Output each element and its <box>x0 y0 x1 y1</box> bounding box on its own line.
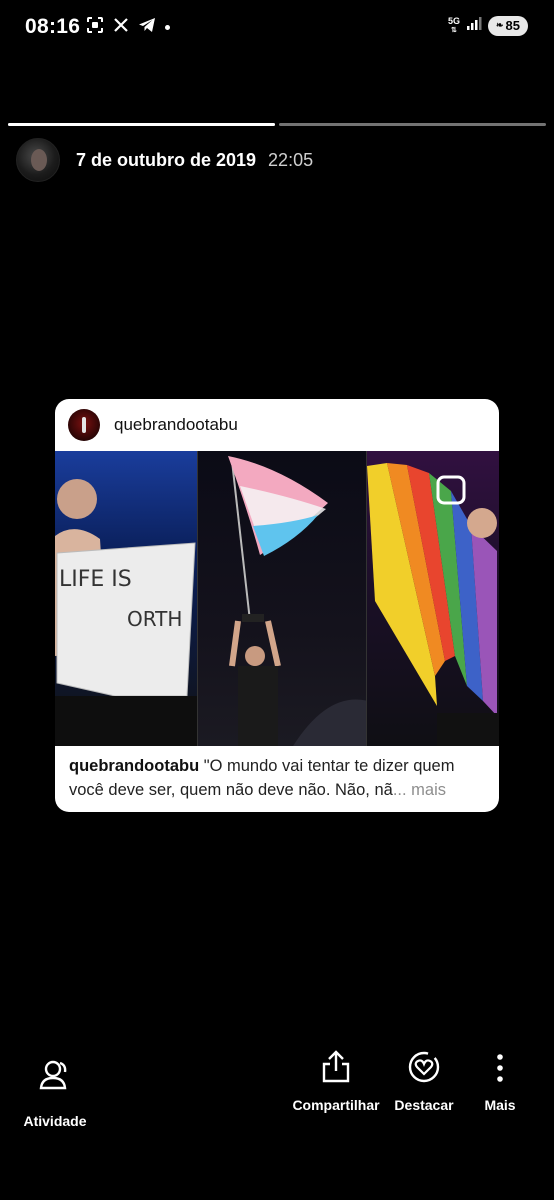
network-type-icon: 5G ⇅ <box>447 15 460 34</box>
status-notification-icons <box>86 16 170 39</box>
share-label: Compartilhar <box>292 1097 380 1113</box>
battery-indicator: ❧ 85 <box>488 15 528 36</box>
story-action-bar: Atividade Compartilhar Destacar Mais <box>0 1040 554 1200</box>
signal-icon <box>466 15 482 36</box>
post-image-panel-right <box>367 451 499 746</box>
status-system-icons: 5G ⇅ ❧ 85 <box>448 15 528 36</box>
activity-label: Atividade <box>23 1113 87 1129</box>
activity-button[interactable]: Atividade <box>22 1058 88 1130</box>
more-vertical-icon <box>495 1052 505 1084</box>
x-icon <box>113 17 129 38</box>
post-author-username[interactable]: quebrandootabu <box>114 415 238 435</box>
svg-text:ORTH: ORTH <box>127 607 182 631</box>
post-header[interactable]: quebrandootabu <box>55 399 499 451</box>
more-button[interactable]: Mais <box>476 1052 524 1114</box>
story-header: 7 de outubro de 2019 22:05 <box>16 138 313 182</box>
story-progress <box>8 123 546 126</box>
share-icon <box>321 1050 351 1084</box>
people-icon <box>38 1058 72 1092</box>
battery-level: 85 <box>505 18 520 33</box>
post-image-panel-left: LIFE IS ORTH <box>55 451 197 746</box>
story-date: 7 de outubro de 2019 <box>76 149 257 170</box>
status-bar: 08:16 5G ⇅ ❧ 85 <box>0 0 554 56</box>
highlight-button[interactable]: Destacar <box>390 1050 458 1114</box>
status-time: 08:16 <box>25 15 81 38</box>
heart-circle-icon <box>407 1050 441 1084</box>
highlight-label: Destacar <box>394 1097 454 1113</box>
progress-segment <box>8 123 275 126</box>
telegram-icon <box>138 17 156 38</box>
share-button[interactable]: Compartilhar <box>290 1050 382 1114</box>
caption-more-link[interactable]: ... mais <box>393 781 446 799</box>
post-image-panel-middle <box>197 451 367 746</box>
leaf-icon: ❧ <box>495 20 504 30</box>
post-image[interactable]: LIFE IS ORTH <box>55 451 499 746</box>
svg-text:LIFE IS: LIFE IS <box>59 567 132 592</box>
more-label: Mais <box>484 1097 516 1113</box>
avatar[interactable] <box>16 138 60 182</box>
caption-username[interactable]: quebrandootabu <box>69 757 199 775</box>
post-author-avatar[interactable] <box>68 409 100 441</box>
progress-segment <box>279 123 546 126</box>
shared-post-card[interactable]: quebrandootabu LIFE IS ORTH quebrandoota… <box>55 399 499 812</box>
post-caption[interactable]: quebrandootabu "O mundo vai tentar te di… <box>55 746 499 802</box>
screenshot-icon <box>86 16 104 39</box>
progress-fill <box>8 123 275 126</box>
story-time: 22:05 <box>268 149 314 170</box>
notification-dot <box>165 25 170 30</box>
network-type-label: 5G <box>447 15 460 26</box>
